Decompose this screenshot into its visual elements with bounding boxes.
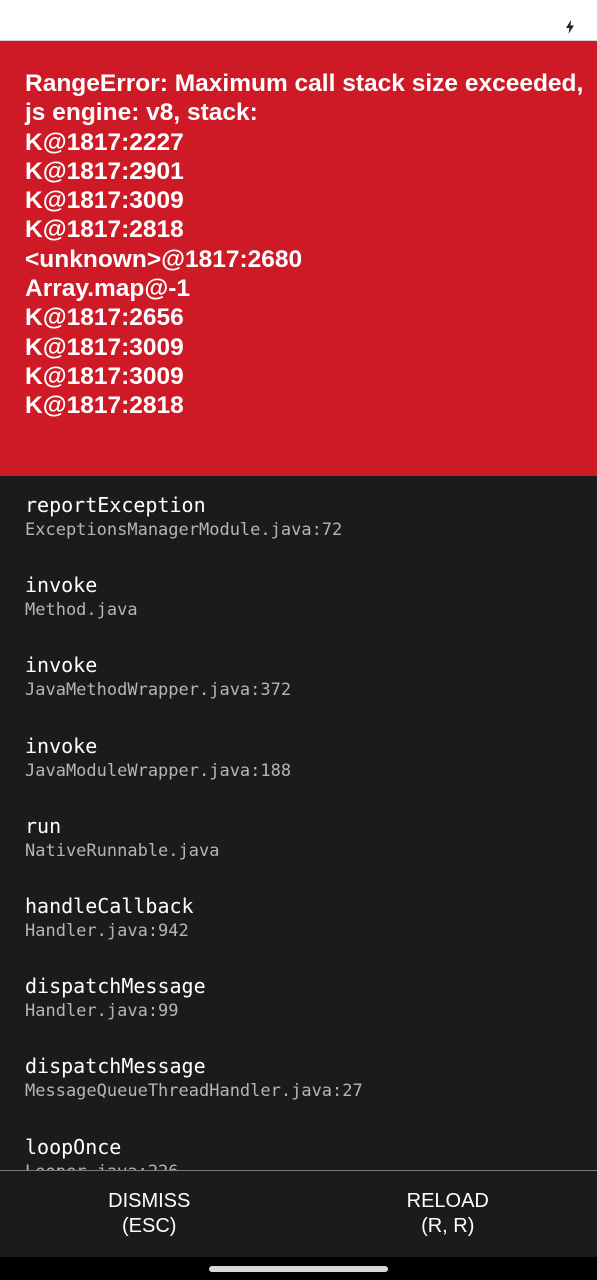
stack-frame[interactable]: invoke Method.java — [0, 573, 597, 653]
frame-method: invoke — [25, 653, 98, 678]
error-line: js engine: v8, stack: — [25, 99, 258, 127]
error-line: K@1817:3009 — [25, 362, 184, 390]
error-line: Array.map@-1 — [25, 275, 191, 303]
frame-file: NativeRunnable.java — [25, 840, 220, 861]
error-line: RangeError: Maximum call stack size exce… — [25, 70, 584, 97]
stack-frame[interactable]: reportException ExceptionsManagerModule.… — [0, 493, 597, 573]
frame-method: invoke — [25, 573, 98, 598]
stack-trace-list[interactable]: reportException ExceptionsManagerModule.… — [0, 476, 597, 1170]
frame-method: reportException — [25, 493, 206, 517]
error-line: K@1817:2818 — [25, 392, 184, 420]
reload-label: RELOAD — [406, 1190, 489, 1212]
reload-shortcut: (R, R) — [421, 1215, 475, 1237]
error-message-banner: RangeError: Maximum call stack size exce… — [0, 41, 597, 476]
frame-method: run — [25, 813, 62, 838]
frame-method: loopOnce — [25, 1134, 122, 1159]
home-indicator[interactable] — [209, 1266, 388, 1272]
error-line: K@1817:2656 — [25, 304, 184, 332]
redbox-screen: RangeError: Maximum call stack size exce… — [0, 0, 597, 1280]
frame-file: JavaModuleWrapper.java:188 — [25, 760, 292, 781]
navigation-bar — [0, 1257, 597, 1280]
stack-frame[interactable]: dispatchMessage MessageQueueThreadHandle… — [0, 1054, 597, 1134]
frame-file: ExceptionsManagerModule.java:72 — [25, 520, 343, 540]
error-line: K@1817:3009 — [25, 187, 184, 215]
frame-method: dispatchMessage — [25, 1054, 206, 1079]
stack-frame[interactable]: loopOnce Looper.java:226 — [0, 1135, 597, 1171]
error-line: <unknown>@1817:2680 — [25, 245, 303, 273]
frame-method: handleCallback — [25, 893, 194, 918]
error-line: K@1817:2818 — [25, 216, 184, 244]
frame-method: dispatchMessage — [25, 974, 206, 999]
action-bar: DISMISS (ESC) RELOAD (R, R) — [0, 1170, 597, 1257]
frame-file: MessageQueueThreadHandler.java:27 — [25, 1081, 363, 1102]
stack-frame[interactable]: invoke JavaModuleWrapper.java:188 — [0, 734, 597, 814]
battery-charging-icon — [566, 20, 574, 34]
status-bar — [0, 0, 597, 41]
error-line: K@1817:2227 — [25, 128, 184, 156]
reload-button[interactable]: RELOAD (R, R) — [299, 1171, 597, 1257]
frame-method: invoke — [25, 733, 98, 758]
dismiss-button[interactable]: DISMISS (ESC) — [0, 1171, 299, 1257]
frame-file: Handler.java:942 — [25, 920, 189, 941]
dismiss-shortcut: (ESC) — [122, 1215, 177, 1237]
stack-frame[interactable]: run NativeRunnable.java — [0, 814, 597, 894]
error-line: K@1817:2901 — [25, 157, 184, 185]
stack-frame[interactable]: invoke JavaMethodWrapper.java:372 — [0, 653, 597, 733]
frame-file: Looper.java:226 — [25, 1161, 597, 1171]
frame-file: Handler.java:99 — [25, 1001, 179, 1022]
stack-frame[interactable]: handleCallback Handler.java:942 — [0, 894, 597, 974]
frame-file: Method.java — [25, 600, 138, 621]
error-line: K@1817:3009 — [25, 333, 184, 361]
dismiss-label: DISMISS — [108, 1190, 191, 1212]
frame-file: JavaMethodWrapper.java:372 — [25, 680, 292, 701]
stack-frame[interactable]: dispatchMessage Handler.java:99 — [0, 974, 597, 1054]
